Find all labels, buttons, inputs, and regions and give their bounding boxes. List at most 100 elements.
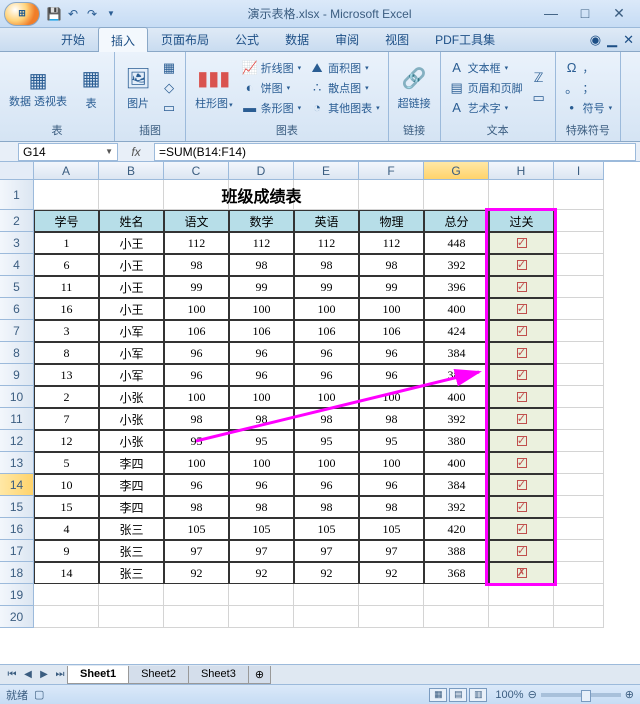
sheet-tab-Sheet2[interactable]: Sheet2	[128, 666, 189, 684]
row-header-16[interactable]: 16	[0, 518, 34, 540]
cell-F6[interactable]: 100	[359, 298, 424, 320]
cell-G12[interactable]: 380	[424, 430, 489, 452]
cell-B3[interactable]: 小王	[99, 232, 164, 254]
cell-H17[interactable]: ✓	[489, 540, 554, 562]
cell-I10[interactable]	[554, 386, 604, 408]
cell-H18[interactable]: ✗	[489, 562, 554, 584]
cell-G19[interactable]	[424, 584, 489, 606]
minimize-button[interactable]: ―	[540, 5, 562, 22]
cell-C19[interactable]	[164, 584, 229, 606]
cell-D2[interactable]: 数学	[229, 210, 294, 232]
cell-I17[interactable]	[554, 540, 604, 562]
cell-G13[interactable]: 400	[424, 452, 489, 474]
cell-A11[interactable]: 7	[34, 408, 99, 430]
cell-D18[interactable]: 92	[229, 562, 294, 584]
cell-I9[interactable]	[554, 364, 604, 386]
cell-E17[interactable]: 97	[294, 540, 359, 562]
column-chart-button[interactable]: ▮▮▮ 柱形图▾	[192, 63, 236, 113]
row-header-20[interactable]: 20	[0, 606, 34, 628]
name-box[interactable]: G14 ▼	[18, 143, 118, 161]
cell-A3[interactable]: 1	[34, 232, 99, 254]
cell-E11[interactable]: 98	[294, 408, 359, 430]
close-button[interactable]: ✕	[608, 5, 630, 22]
cell-A8[interactable]: 8	[34, 342, 99, 364]
cell-H4[interactable]: ✓	[489, 254, 554, 276]
cell-E14[interactable]: 96	[294, 474, 359, 496]
cell-A10[interactable]: 2	[34, 386, 99, 408]
maximize-button[interactable]: □	[574, 5, 596, 22]
sheet-tab-Sheet1[interactable]: Sheet1	[67, 666, 129, 684]
cell-F15[interactable]: 98	[359, 496, 424, 518]
cell-E4[interactable]: 98	[294, 254, 359, 276]
line-chart-button[interactable]: 📈折线图▾	[240, 59, 304, 77]
cell-H5[interactable]: ✓	[489, 276, 554, 298]
cell-F5[interactable]: 99	[359, 276, 424, 298]
cell-E15[interactable]: 98	[294, 496, 359, 518]
cell-C8[interactable]: 96	[164, 342, 229, 364]
col-header-D[interactable]: D	[229, 162, 294, 180]
tab-page-layout[interactable]: 页面布局	[148, 26, 222, 51]
cell-G16[interactable]: 420	[424, 518, 489, 540]
view-normal-button[interactable]: ▦	[429, 688, 447, 702]
table-button[interactable]: ▦ 表	[74, 63, 108, 113]
cell-D10[interactable]: 100	[229, 386, 294, 408]
cell-H1[interactable]	[489, 180, 554, 210]
cell-C17[interactable]: 97	[164, 540, 229, 562]
col-header-F[interactable]: F	[359, 162, 424, 180]
row-header-12[interactable]: 12	[0, 430, 34, 452]
sheet-nav-next[interactable]: ▶	[36, 669, 52, 680]
cell-I5[interactable]	[554, 276, 604, 298]
row-header-1[interactable]: 1	[0, 180, 34, 210]
col-header-B[interactable]: B	[99, 162, 164, 180]
cell-C2[interactable]: 语文	[164, 210, 229, 232]
cell-H13[interactable]: ✓	[489, 452, 554, 474]
cell-B19[interactable]	[99, 584, 164, 606]
zoom-value[interactable]: 100%	[495, 689, 523, 701]
cell-E18[interactable]: 92	[294, 562, 359, 584]
cell-C18[interactable]: 92	[164, 562, 229, 584]
cell-H15[interactable]: ✓	[489, 496, 554, 518]
cell-B16[interactable]: 张三	[99, 518, 164, 540]
tab-view[interactable]: 视图	[372, 26, 422, 51]
cell-C3[interactable]: 112	[164, 232, 229, 254]
cell-B8[interactable]: 小军	[99, 342, 164, 364]
cell-E7[interactable]: 106	[294, 320, 359, 342]
cell-F13[interactable]: 100	[359, 452, 424, 474]
cell-C4[interactable]: 98	[164, 254, 229, 276]
cell-B7[interactable]: 小军	[99, 320, 164, 342]
cell-B12[interactable]: 小张	[99, 430, 164, 452]
zoom-out-button[interactable]: ⊖	[528, 688, 537, 701]
cell-G20[interactable]	[424, 606, 489, 628]
cell-I16[interactable]	[554, 518, 604, 540]
cell-C5[interactable]: 99	[164, 276, 229, 298]
ribbon-close-icon[interactable]: ✕	[623, 32, 634, 48]
cell-I14[interactable]	[554, 474, 604, 496]
col-header-H[interactable]: H	[489, 162, 554, 180]
symbol3-button[interactable]: •符号▾	[562, 99, 615, 117]
bar-chart-button[interactable]: ▬条形图▾	[240, 99, 304, 117]
cell-I8[interactable]	[554, 342, 604, 364]
col-header-G[interactable]: G	[424, 162, 489, 180]
cell-E5[interactable]: 99	[294, 276, 359, 298]
hyperlink-button[interactable]: 🔗 超链接	[395, 63, 434, 113]
row-header-13[interactable]: 13	[0, 452, 34, 474]
zoom-slider[interactable]	[541, 693, 621, 697]
new-sheet-button[interactable]: ⊕	[248, 666, 271, 684]
row-header-7[interactable]: 7	[0, 320, 34, 342]
cell-D11[interactable]: 98	[229, 408, 294, 430]
cell-E12[interactable]: 95	[294, 430, 359, 452]
col-header-I[interactable]: I	[554, 162, 604, 180]
cell-I2[interactable]	[554, 210, 604, 232]
cell-C11[interactable]: 98	[164, 408, 229, 430]
cell-B17[interactable]: 张三	[99, 540, 164, 562]
sig-button[interactable]: ℤ	[529, 69, 549, 87]
wordart-button[interactable]: A艺术字▾	[447, 99, 525, 117]
cell-I20[interactable]	[554, 606, 604, 628]
cell-E6[interactable]: 100	[294, 298, 359, 320]
cell-H8[interactable]: ✓	[489, 342, 554, 364]
cell-F7[interactable]: 106	[359, 320, 424, 342]
cell-F9[interactable]: 96	[359, 364, 424, 386]
cell-D13[interactable]: 100	[229, 452, 294, 474]
cell-B18[interactable]: 张三	[99, 562, 164, 584]
cell-G4[interactable]: 392	[424, 254, 489, 276]
